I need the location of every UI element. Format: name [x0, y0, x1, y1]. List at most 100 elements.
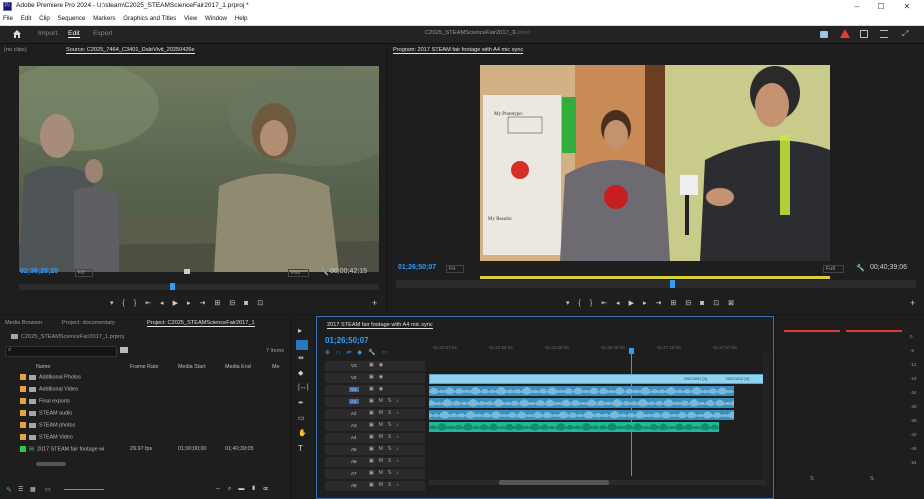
- column-more[interactable]: Me: [272, 364, 280, 370]
- timeline-vscrollbar[interactable]: [763, 353, 769, 489]
- menu-clip[interactable]: Clip: [39, 13, 50, 25]
- program-timecode[interactable]: 01;26;50;07: [398, 264, 436, 271]
- rectangle-tool-icon[interactable]: ▭: [298, 414, 305, 422]
- menu-edit[interactable]: Edit: [21, 13, 32, 25]
- project-row[interactable]: Additional Video: [20, 386, 78, 392]
- label-color-swatch[interactable]: [20, 410, 26, 416]
- column-media-start[interactable]: Media Start: [178, 364, 206, 370]
- program-add-button[interactable]: +: [910, 298, 915, 308]
- label-color-swatch[interactable]: [20, 422, 26, 428]
- track-name[interactable]: A1: [349, 399, 359, 404]
- project-row[interactable]: STEAM photos: [20, 422, 75, 428]
- track-header-v1[interactable]: V1 ▣◉: [325, 385, 425, 395]
- quick-export-icon[interactable]: [820, 31, 828, 38]
- audio-clip-a1[interactable]: [429, 386, 734, 396]
- track-header-a1[interactable]: A1 ▣MS♪: [325, 397, 425, 407]
- track-name[interactable]: V1: [349, 387, 359, 392]
- track-header-a4[interactable]: A4 ▣MS♪: [325, 433, 425, 443]
- zoom-slider[interactable]: [64, 489, 104, 490]
- track-controls-icons[interactable]: ▣MS♪: [369, 398, 404, 404]
- track-controls-icons[interactable]: ▣MS♪: [369, 446, 404, 452]
- workspaces-icon[interactable]: [880, 30, 888, 38]
- track-name[interactable]: A4: [349, 435, 359, 440]
- program-scrub-bar[interactable]: [396, 280, 916, 288]
- pen-tool-icon[interactable]: ✒: [298, 399, 304, 407]
- track-header-a6[interactable]: A6 ▣MS♪: [325, 457, 425, 467]
- track-name[interactable]: A7: [349, 471, 359, 476]
- track-controls-icons[interactable]: ▣MS♪: [369, 410, 404, 416]
- label-color-swatch[interactable]: [20, 374, 26, 380]
- menu-view[interactable]: View: [184, 13, 197, 25]
- timeline-hscrollbar[interactable]: [429, 480, 765, 485]
- track-name[interactable]: A3: [349, 423, 359, 428]
- track-name[interactable]: A8: [349, 483, 359, 488]
- track-header-a2[interactable]: A2 ▣MS♪: [325, 409, 425, 419]
- minimize-button[interactable]: –: [846, 1, 868, 12]
- razor-tool-icon[interactable]: ◆: [298, 369, 303, 377]
- label-color-swatch[interactable]: [20, 434, 26, 440]
- menu-help[interactable]: Help: [235, 13, 248, 25]
- source-transport-controls[interactable]: ▾{}⇤◂▶▸⇥⊞⊟◙⊡: [110, 299, 272, 307]
- freeform-view-icon[interactable]: ▭: [45, 486, 51, 493]
- track-controls-icons[interactable]: ▣MS♪: [369, 470, 404, 476]
- program-video-frame[interactable]: [480, 65, 830, 261]
- track-name[interactable]: A6: [349, 459, 359, 464]
- label-color-swatch[interactable]: [20, 398, 26, 404]
- track-header-a3[interactable]: A3 ▣MS♪: [325, 421, 425, 431]
- meter-solo-right[interactable]: S: [870, 476, 874, 482]
- selection-tool-icon[interactable]: ▸: [298, 326, 302, 335]
- source-tab-inactive[interactable]: (no clips): [4, 47, 27, 53]
- project-row[interactable]: STEAM audio: [20, 410, 72, 416]
- track-header-v3[interactable]: V3 ▣◉: [325, 361, 425, 371]
- project-hscrollbar[interactable]: [36, 462, 66, 466]
- source-timecode[interactable]: 02;36;28;20: [20, 268, 58, 275]
- tab-export[interactable]: Export: [93, 30, 113, 37]
- program-transport-controls[interactable]: ▾{}⇤◂▶▸⇥⊞⊟◙⊡⊠: [566, 299, 743, 307]
- label-color-swatch[interactable]: [20, 386, 26, 392]
- project-bottom-icons[interactable]: ⇔⌕▬▮⌫: [215, 486, 275, 493]
- tab-project-documentary[interactable]: Project: documentary: [62, 320, 115, 326]
- menu-file[interactable]: File: [3, 13, 13, 25]
- program-playhead[interactable]: [670, 280, 675, 288]
- track-name[interactable]: A2: [349, 411, 359, 416]
- meter-solo-left[interactable]: S: [810, 476, 814, 482]
- source-quality-dropdown[interactable]: Full: [288, 269, 310, 277]
- program-fit-dropdown[interactable]: Fit: [446, 265, 465, 273]
- track-controls-icons[interactable]: ▣MS♪: [369, 434, 404, 440]
- track-name[interactable]: A5: [349, 447, 359, 452]
- track-name[interactable]: V3: [349, 363, 359, 368]
- track-header-a8[interactable]: A8 ▣MS♪: [325, 481, 425, 491]
- source-wrench-icon[interactable]: 🔧: [320, 268, 329, 276]
- menu-window[interactable]: Window: [205, 13, 227, 25]
- track-controls-icons[interactable]: ▣MS♪: [369, 482, 404, 488]
- type-tool-icon[interactable]: T: [298, 444, 303, 453]
- source-scrub-bar[interactable]: [19, 284, 379, 290]
- label-color-swatch[interactable]: [20, 446, 26, 452]
- audio-clip-a2[interactable]: [429, 398, 734, 408]
- source-playhead[interactable]: [170, 283, 175, 290]
- slip-tool-icon[interactable]: |↔|: [298, 384, 309, 391]
- project-row[interactable]: Additional Photos: [20, 374, 81, 380]
- source-settings-icon[interactable]: [184, 269, 190, 274]
- column-name[interactable]: Name: [36, 364, 50, 370]
- timeline-tab[interactable]: 2017 STEAM fair footage with A4 mic sync: [327, 322, 433, 329]
- video-clip-v1[interactable]: DSC0201 [V] DSC0212 [V]: [429, 374, 765, 384]
- menu-markers[interactable]: Markers: [93, 13, 115, 25]
- timeline-hscroll-thumb[interactable]: [499, 480, 609, 485]
- project-row[interactable]: ▤ 2017 STEAM fair footage wi: [20, 446, 104, 452]
- track-header-a5[interactable]: A5 ▣MS♪: [325, 445, 425, 455]
- track-controls-icons[interactable]: ▣◉: [369, 374, 388, 380]
- maximize-button[interactable]: ☐: [870, 1, 892, 12]
- track-controls-icons[interactable]: ▣◉: [369, 386, 388, 392]
- track-select-tool-icon[interactable]: [296, 340, 308, 350]
- project-row[interactable]: STEAM Video: [20, 434, 73, 440]
- timeline-timecode[interactable]: 01;26;50;07: [325, 336, 369, 345]
- source-fit-dropdown[interactable]: Fit: [75, 269, 94, 277]
- tab-media-browser[interactable]: Media Browser: [5, 320, 42, 326]
- source-tab-active[interactable]: Source: C2025_7464_C3401_DaleVivit_20250…: [66, 47, 195, 54]
- track-header-a7[interactable]: A7 ▣MS♪: [325, 469, 425, 479]
- fullscreen-icon[interactable]: [860, 30, 868, 38]
- track-controls-icons[interactable]: ▣MS♪: [369, 458, 404, 464]
- close-button[interactable]: ✕: [896, 1, 918, 12]
- audio-clip-a3[interactable]: [429, 410, 734, 420]
